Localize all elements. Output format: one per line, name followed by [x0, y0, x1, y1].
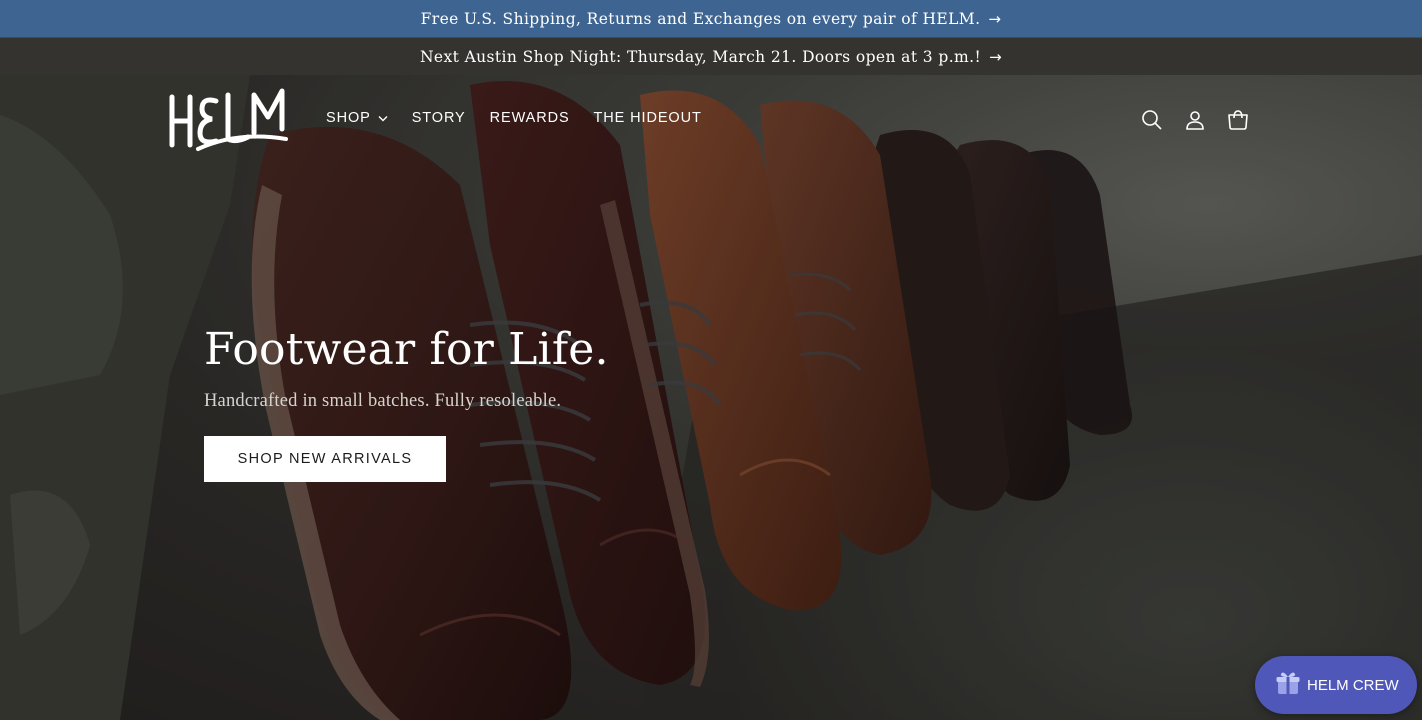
announcement-bar-shipping[interactable]: Free U.S. Shipping, Returns and Exchange… — [0, 0, 1422, 37]
arrow-right-icon: → — [989, 47, 1003, 66]
gift-icon — [1275, 670, 1301, 701]
nav-the-hideout-label: THE HIDEOUT — [593, 110, 702, 126]
nav-story[interactable]: STORY — [412, 110, 466, 126]
nav-shop[interactable]: SHOP — [326, 110, 388, 126]
announcement-bar-shop-night[interactable]: Next Austin Shop Night: Thursday, March … — [0, 37, 1422, 75]
search-icon[interactable] — [1140, 108, 1164, 132]
nav-rewards-label: REWARDS — [489, 110, 570, 126]
nav-story-label: STORY — [411, 110, 466, 126]
main-nav: SHOP STORY REWARDS THE HIDEOUT — [326, 110, 702, 126]
nav-rewards[interactable]: REWARDS — [490, 110, 570, 126]
announcement-text: Next Austin Shop Night: Thursday, March … — [419, 47, 982, 66]
hero-title: Footwear for Life. — [204, 324, 609, 375]
hero-subtitle: Handcrafted in small batches. Fully reso… — [204, 391, 562, 412]
announcement-text: Free U.S. Shipping, Returns and Exchange… — [420, 9, 981, 28]
account-icon[interactable] — [1183, 108, 1207, 132]
helm-logo[interactable] — [168, 87, 290, 160]
shop-new-arrivals-button[interactable]: SHOP NEW ARRIVALS — [204, 436, 446, 483]
cart-icon[interactable] — [1226, 108, 1250, 132]
helm-crew-label: HELM CREW — [1307, 676, 1399, 694]
hero-banner: SHOP STORY REWARDS THE HIDEOUT Footwear … — [0, 75, 1422, 720]
helm-crew-rewards-button[interactable]: HELM CREW — [1255, 656, 1417, 714]
nav-the-hideout[interactable]: THE HIDEOUT — [594, 110, 702, 126]
chevron-down-icon — [378, 115, 388, 122]
header-actions — [1140, 108, 1250, 132]
arrow-right-icon: → — [988, 9, 1002, 28]
nav-shop-label: SHOP — [326, 110, 371, 126]
helm-logo-mark — [169, 88, 288, 151]
hero-content: Footwear for Life. Handcrafted in small … — [204, 324, 609, 483]
